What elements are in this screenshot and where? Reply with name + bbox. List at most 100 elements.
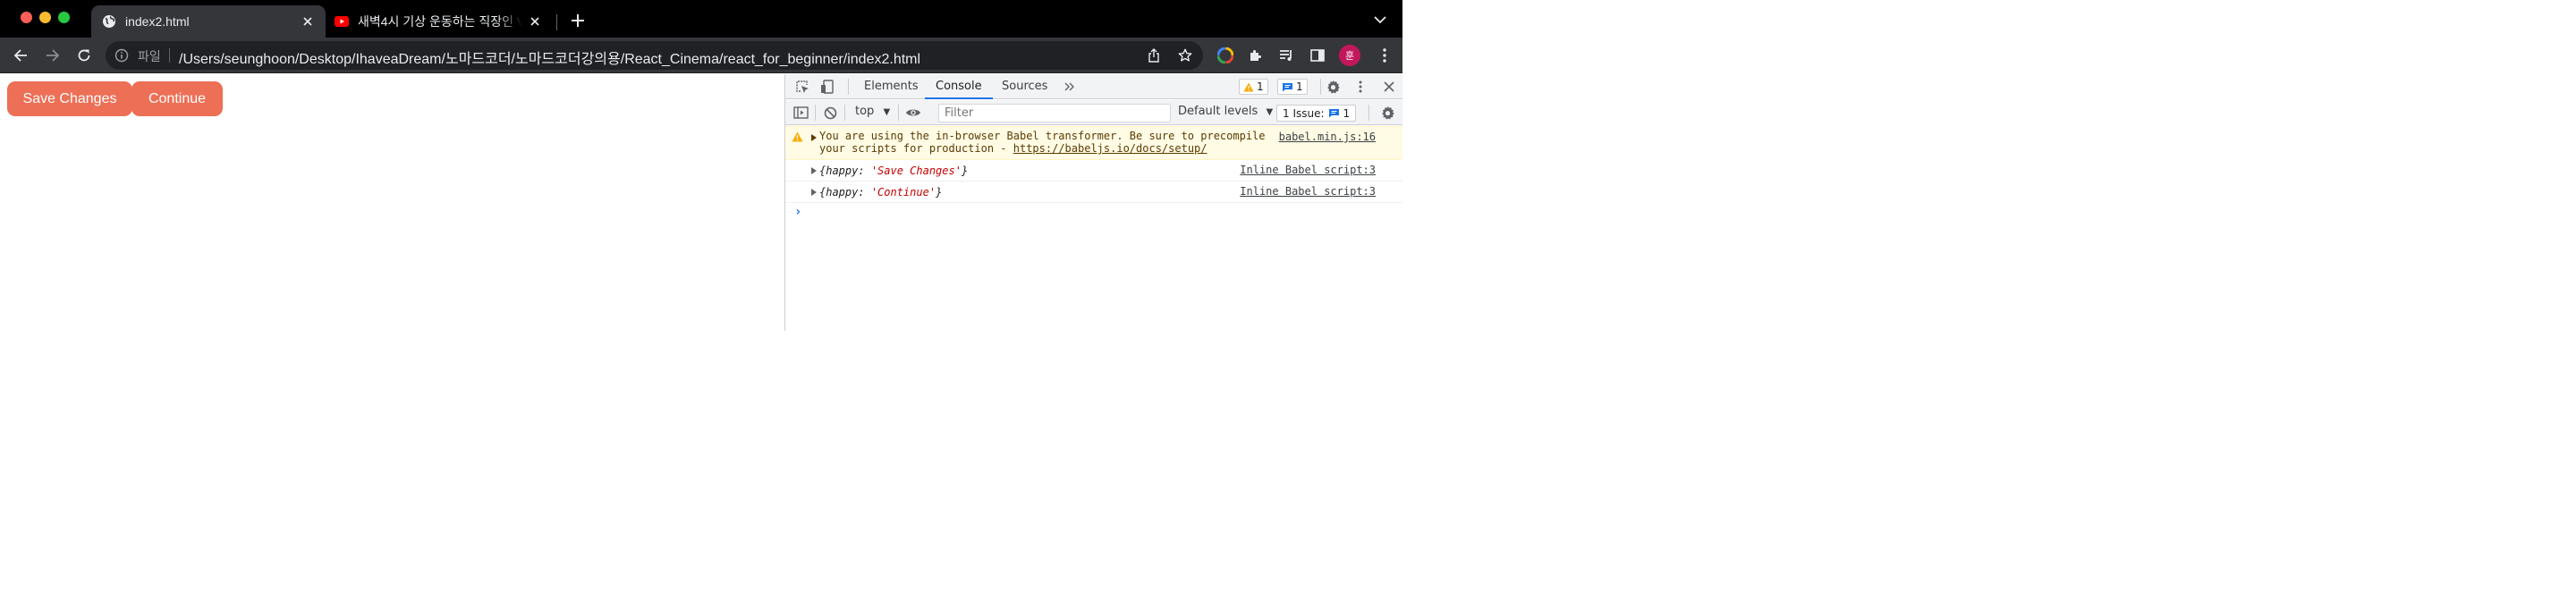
- avatar[interactable]: 훈: [1339, 45, 1360, 66]
- object-value: 'Save Changes': [870, 165, 962, 177]
- source-link[interactable]: Inline Babel script:3: [1240, 185, 1376, 198]
- expand-arrow-icon[interactable]: [811, 167, 817, 174]
- context-label: top: [855, 105, 875, 118]
- device-toolbar-icon[interactable]: [819, 79, 835, 95]
- save-changes-button[interactable]: Save Changes: [7, 81, 132, 116]
- divider: [169, 48, 170, 63]
- star-icon[interactable]: [1178, 48, 1192, 63]
- divider: [898, 105, 899, 121]
- browser-toolbar: 파일 /Users/seunghoon/Desktop/IhaveaDream/…: [0, 38, 1402, 73]
- more-tabs-icon[interactable]: [1062, 79, 1078, 95]
- devtools-panel: Elements Console Sources 1 1 top ▼ Filte…: [784, 74, 1402, 331]
- page-viewport: Save Changes Continue: [0, 74, 784, 331]
- dropdown-caret-icon: ▼: [1266, 107, 1274, 117]
- inspect-element-icon[interactable]: [794, 79, 810, 95]
- sidebar-toggle-icon[interactable]: [792, 105, 809, 121]
- source-link[interactable]: Inline Babel script:3: [1240, 164, 1376, 176]
- expand-arrow-icon[interactable]: [811, 189, 817, 196]
- warning-icon: [792, 131, 804, 144]
- continue-button[interactable]: Continue: [131, 81, 223, 116]
- context-selector[interactable]: top ▼: [855, 105, 890, 118]
- object-key: happy: [826, 165, 859, 177]
- issues-label: 1 Issue:: [1283, 106, 1325, 120]
- object-key: happy: [826, 186, 859, 198]
- devtools-tab-bar: Elements Console Sources 1 1: [785, 74, 1402, 99]
- message-icon: [1283, 82, 1292, 91]
- tab-sources[interactable]: Sources: [1002, 74, 1047, 99]
- babel-docs-link[interactable]: https://babeljs.io/docs/setup/: [1013, 142, 1208, 155]
- source-link[interactable]: babel.min.js:16: [1279, 131, 1376, 143]
- info-icon[interactable]: [114, 48, 129, 63]
- tab-elements[interactable]: Elements: [864, 74, 919, 99]
- issues-button[interactable]: 1 Issue: 1: [1276, 105, 1357, 122]
- log-object[interactable]: {happy: 'Continue'}: [819, 186, 942, 198]
- globe-icon: [102, 14, 116, 29]
- new-tab-button[interactable]: [569, 12, 587, 30]
- warnings-badge[interactable]: 1: [1239, 79, 1268, 95]
- more-vertical-icon[interactable]: [1352, 79, 1368, 95]
- filter-input[interactable]: [938, 104, 1171, 122]
- tab-index2[interactable]: index2.html: [91, 5, 326, 38]
- close-window-button[interactable]: [21, 12, 32, 23]
- tab-strip: index2.html 새벽4시 기상 운동하는 직장인 VLOG: [0, 0, 1402, 38]
- dropdown-caret-icon: ▼: [883, 107, 891, 117]
- close-icon[interactable]: [526, 13, 544, 30]
- close-icon[interactable]: [299, 13, 317, 30]
- info-badge[interactable]: 1: [1277, 79, 1308, 95]
- divider: [848, 79, 849, 95]
- message-icon: [1328, 109, 1339, 118]
- color-extension-icon[interactable]: [1216, 46, 1234, 64]
- console-log-message: {happy: 'Continue'} Inline Babel script:…: [785, 182, 1402, 203]
- reload-icon: [78, 49, 90, 62]
- clear-console-icon[interactable]: [822, 105, 838, 121]
- tab-search-button[interactable]: [1373, 13, 1387, 27]
- browser-window: index2.html 새벽4시 기상 운동하는 직장인 VLOG: [0, 0, 1402, 331]
- scheme-label: 파일: [138, 49, 161, 63]
- eye-icon[interactable]: [905, 105, 921, 121]
- minimize-window-button[interactable]: [39, 12, 51, 23]
- console-settings-icon[interactable]: [1379, 105, 1395, 121]
- warning-icon: [1243, 82, 1254, 91]
- tab-youtube[interactable]: 새벽4시 기상 운동하는 직장인 VLOG: [326, 5, 553, 38]
- more-menu-icon[interactable]: [1376, 46, 1394, 64]
- close-devtools-icon[interactable]: [1381, 79, 1397, 95]
- object-value: 'Continue': [870, 186, 936, 198]
- divider: [1368, 105, 1369, 121]
- log-object[interactable]: {happy: 'Save Changes'}: [819, 165, 968, 177]
- reload-button[interactable]: [75, 46, 93, 64]
- tab-divider: [556, 14, 557, 30]
- warning-text: You are using the in-browser Babel trans…: [819, 130, 1280, 155]
- chevron-down-icon: [1374, 16, 1386, 24]
- console-warning-message: You are using the in-browser Babel trans…: [785, 126, 1402, 160]
- console-toolbar: top ▼ Default levels ▼ 1 Issue: 1: [785, 100, 1402, 125]
- plus-icon: [572, 14, 584, 27]
- share-icon[interactable]: [1147, 48, 1161, 63]
- divider: [844, 105, 845, 121]
- arrow-right-icon: [47, 49, 60, 62]
- console-output: You are using the in-browser Babel trans…: [785, 126, 1402, 331]
- info-count: 1: [1296, 80, 1303, 93]
- forward-button[interactable]: [44, 46, 62, 64]
- puzzle-icon[interactable]: [1247, 46, 1265, 64]
- youtube-icon: [335, 14, 349, 29]
- address-bar[interactable]: 파일 /Users/seunghoon/Desktop/IhaveaDream/…: [106, 41, 1203, 70]
- tab-console[interactable]: Console: [925, 74, 993, 99]
- console-prompt[interactable]: ›: [794, 205, 801, 219]
- tab-title: 새벽4시 기상 운동하는 직장인 VLOG: [358, 14, 522, 29]
- issues-count: 1: [1343, 106, 1351, 120]
- divider: [815, 105, 816, 121]
- arrow-left-icon: [13, 49, 27, 62]
- console-log-message: {happy: 'Save Changes'} Inline Babel scr…: [785, 160, 1402, 182]
- warning-count: 1: [1257, 80, 1264, 93]
- url-text[interactable]: /Users/seunghoon/Desktop/IhaveaDream/노마드…: [179, 46, 920, 68]
- log-levels-label: Default levels: [1178, 105, 1258, 118]
- back-button[interactable]: [12, 46, 30, 64]
- tab-title: index2.html: [125, 14, 190, 29]
- side-panel-icon[interactable]: [1309, 46, 1326, 64]
- expand-arrow-icon[interactable]: [811, 134, 817, 141]
- maximize-window-button[interactable]: [58, 12, 70, 23]
- divider: [1320, 79, 1321, 95]
- log-levels-dropdown[interactable]: Default levels ▼: [1178, 105, 1273, 118]
- gear-icon[interactable]: [1325, 79, 1341, 95]
- media-queue-icon[interactable]: [1278, 46, 1296, 64]
